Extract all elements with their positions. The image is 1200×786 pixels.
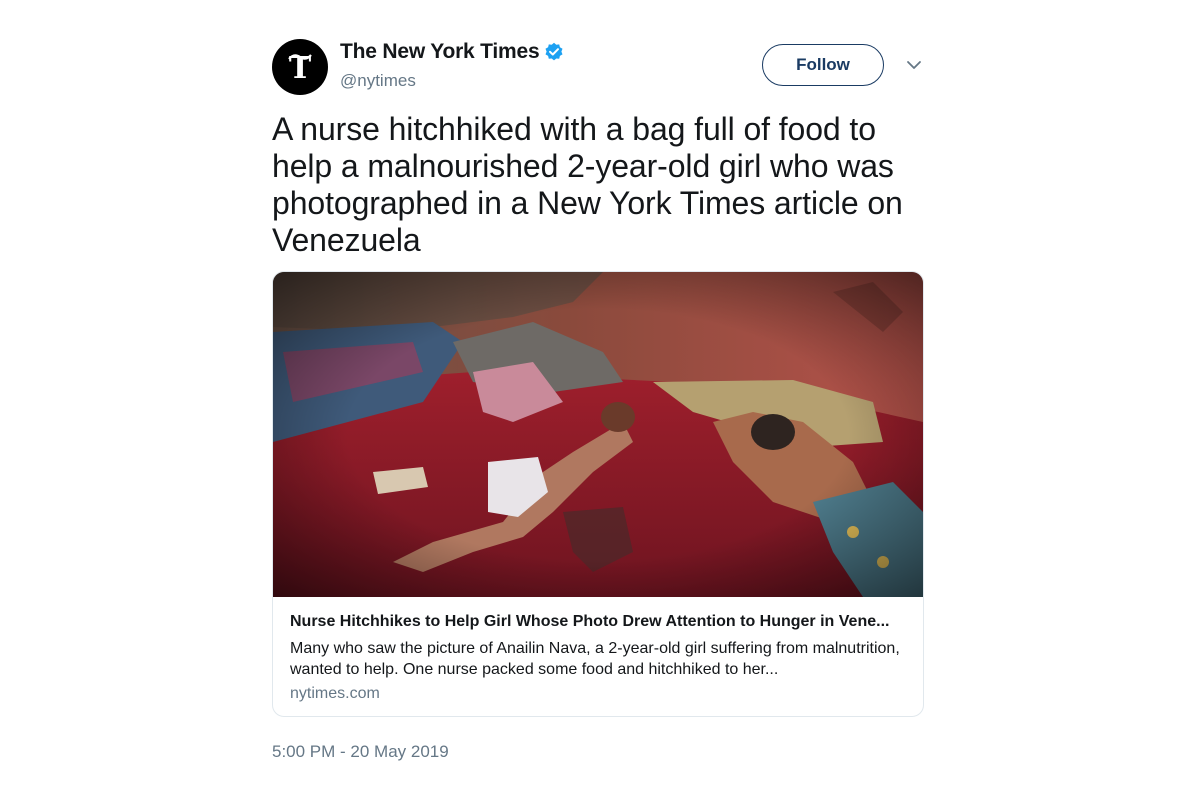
link-card[interactable]: Nurse Hitchhikes to Help Girl Whose Phot… <box>272 271 924 717</box>
tweet-timestamp[interactable]: 5:00 PM - 20 May 2019 <box>272 742 449 762</box>
card-domain: nytimes.com <box>290 685 380 702</box>
card-description: Many who saw the picture of Anailin Nava… <box>290 640 900 678</box>
article-photo <box>273 272 923 597</box>
author-name-row: The New York Times <box>340 40 564 64</box>
tweet-text: A nurse hitchhiked with a bag full of fo… <box>272 111 903 258</box>
author-display-name[interactable]: The New York Times <box>340 40 540 64</box>
follow-button[interactable]: Follow <box>762 44 884 86</box>
verified-badge-icon <box>544 42 564 62</box>
card-title[interactable]: Nurse Hitchhikes to Help Girl Whose Phot… <box>290 613 910 631</box>
author-handle[interactable]: @nytimes <box>340 71 416 91</box>
chevron-down-icon[interactable] <box>906 58 922 72</box>
card-image[interactable] <box>273 272 923 597</box>
avatar[interactable]: T <box>272 39 328 95</box>
nyt-logo-icon: T <box>288 51 312 86</box>
